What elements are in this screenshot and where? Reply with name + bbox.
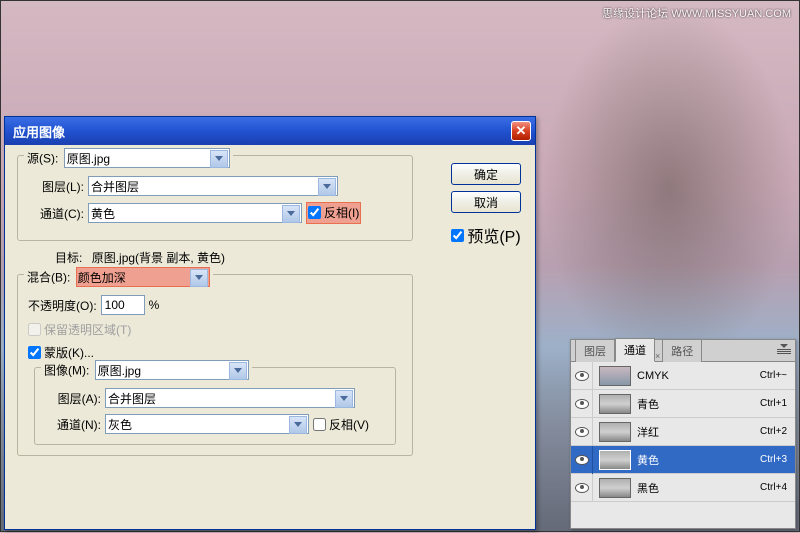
visibility-toggle[interactable] bbox=[571, 390, 593, 418]
channel-name: 黄色 bbox=[637, 452, 760, 468]
channel-thumbnail bbox=[599, 394, 631, 414]
channels-panel: 图层 通道 × 路径 CMYK Ctrl+~ 青色 Ctrl+1 洋红 Ctrl… bbox=[570, 339, 796, 529]
channel-name: 洋红 bbox=[637, 424, 760, 440]
channel-shortcut: Ctrl+1 bbox=[760, 398, 795, 409]
channel-shortcut: Ctrl+4 bbox=[760, 482, 795, 493]
invert-checkbox-label[interactable]: 反相(I) bbox=[308, 204, 359, 221]
channel-shortcut: Ctrl+2 bbox=[760, 426, 795, 437]
tab-channels[interactable]: 通道 bbox=[615, 338, 655, 362]
dialog-titlebar[interactable]: 应用图像 ✕ bbox=[5, 117, 535, 145]
panel-tabs: 图层 通道 × 路径 bbox=[571, 340, 795, 362]
watermark: 思缘设计论坛 WWW.MISSYUAN.COM bbox=[602, 5, 791, 21]
mask-channel-select[interactable] bbox=[105, 414, 309, 434]
source-select[interactable] bbox=[64, 148, 230, 168]
target-row: 目标: 原图.jpg(背景 副本, 黄色) bbox=[55, 249, 523, 266]
channel-row-black[interactable]: 黑色 Ctrl+4 bbox=[571, 474, 795, 502]
visibility-toggle[interactable] bbox=[571, 418, 593, 446]
invert-highlight: 反相(I) bbox=[306, 202, 361, 224]
channel-thumbnail bbox=[599, 450, 631, 470]
apply-image-dialog: 应用图像 ✕ 源(S): 图层(L): 通道(C): bbox=[4, 116, 536, 530]
preserve-trans-checkbox bbox=[28, 323, 41, 336]
tab-paths[interactable]: 路径 bbox=[662, 339, 702, 362]
close-button[interactable]: ✕ bbox=[511, 121, 531, 141]
invert-checkbox[interactable] bbox=[308, 206, 321, 219]
visibility-toggle[interactable] bbox=[571, 362, 593, 390]
mask-checkbox[interactable] bbox=[28, 346, 41, 359]
panel-menu-icon[interactable] bbox=[777, 344, 791, 354]
mask-layer-label: 图层(A): bbox=[45, 390, 101, 407]
channel-list: CMYK Ctrl+~ 青色 Ctrl+1 洋红 Ctrl+2 黄色 Ctrl+… bbox=[571, 362, 795, 528]
preserve-trans-label: 保留透明区域(T) bbox=[28, 321, 131, 338]
source-legend: 源(S): bbox=[24, 148, 233, 168]
mask-invert-checkbox[interactable] bbox=[313, 418, 326, 431]
dialog-buttons: 确定 取消 预览(P) bbox=[451, 163, 521, 247]
opacity-label: 不透明度(O): bbox=[28, 297, 97, 314]
visibility-toggle[interactable] bbox=[571, 474, 593, 502]
tab-close-icon[interactable]: × bbox=[653, 351, 662, 361]
visibility-toggle[interactable] bbox=[571, 446, 593, 474]
mask-channel-label: 通道(N): bbox=[45, 416, 101, 433]
channel-label: 通道(C): bbox=[28, 205, 84, 222]
eye-icon bbox=[575, 455, 589, 465]
channel-name: 黑色 bbox=[637, 480, 760, 496]
preview-checkbox[interactable] bbox=[451, 229, 464, 242]
channel-shortcut: Ctrl+~ bbox=[760, 370, 795, 381]
layer-label: 图层(L): bbox=[28, 178, 84, 195]
eye-icon bbox=[575, 427, 589, 437]
cancel-button[interactable]: 取消 bbox=[451, 191, 521, 213]
mask-invert-label[interactable]: 反相(V) bbox=[313, 416, 369, 433]
channel-thumbnail bbox=[599, 478, 631, 498]
blend-legend: 混合(B): bbox=[24, 267, 213, 287]
channel-name: 青色 bbox=[637, 396, 760, 412]
channel-row-cyan[interactable]: 青色 Ctrl+1 bbox=[571, 390, 795, 418]
eye-icon bbox=[575, 399, 589, 409]
channel-row-yellow[interactable]: 黄色 Ctrl+3 bbox=[571, 446, 795, 474]
mask-layer-select[interactable] bbox=[105, 388, 355, 408]
channel-name: CMYK bbox=[637, 370, 760, 382]
channel-select[interactable] bbox=[88, 203, 302, 223]
mask-fieldset: 图像(M): 图层(A): 通道(N): 反相(V) bbox=[34, 367, 396, 445]
channel-shortcut: Ctrl+3 bbox=[760, 454, 795, 465]
mask-checkbox-label[interactable]: 蒙版(K)... bbox=[28, 344, 94, 361]
channel-row-cmyk[interactable]: CMYK Ctrl+~ bbox=[571, 362, 795, 390]
channel-thumbnail bbox=[599, 422, 631, 442]
target-label: 目标: bbox=[55, 251, 82, 265]
layer-select[interactable] bbox=[88, 176, 338, 196]
tab-layers[interactable]: 图层 bbox=[575, 339, 615, 362]
opacity-input[interactable] bbox=[101, 295, 145, 315]
close-icon: ✕ bbox=[516, 123, 527, 139]
eye-icon bbox=[575, 483, 589, 493]
target-value: 原图.jpg(背景 副本, 黄色) bbox=[92, 251, 225, 265]
mask-image-select[interactable] bbox=[95, 360, 249, 380]
blend-fieldset: 混合(B): 不透明度(O): % 保留透明区域(T) bbox=[17, 274, 413, 456]
opacity-pct: % bbox=[149, 298, 160, 312]
eye-icon bbox=[575, 371, 589, 381]
channel-row-magenta[interactable]: 洋红 Ctrl+2 bbox=[571, 418, 795, 446]
preview-label[interactable]: 预览(P) bbox=[451, 223, 520, 247]
blend-select[interactable] bbox=[76, 267, 210, 287]
ok-button[interactable]: 确定 bbox=[451, 163, 521, 185]
image-legend: 图像(M): bbox=[41, 360, 252, 380]
channel-thumbnail bbox=[599, 366, 631, 386]
source-fieldset: 源(S): 图层(L): 通道(C): 反相(I) bbox=[17, 155, 413, 241]
dialog-title: 应用图像 bbox=[13, 122, 511, 141]
